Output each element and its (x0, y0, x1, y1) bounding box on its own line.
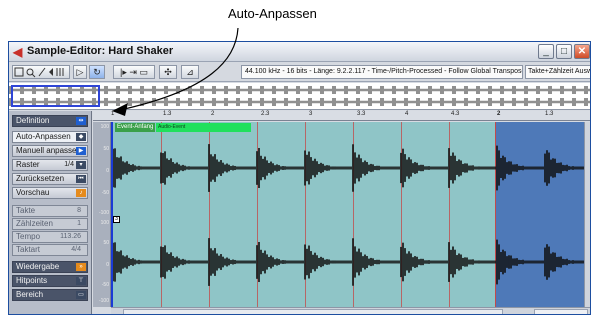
tempo-value: 113.26 (60, 233, 81, 240)
scale-label: -100 (98, 210, 109, 216)
scale-label: 0 (106, 168, 109, 174)
ruler-tick: 2 (211, 111, 215, 117)
ruler-tick: 4 (405, 111, 409, 117)
scale-label: 100 (100, 220, 109, 226)
screenshot-stage: Auto-Anpassen ◀ Sample-Editor: Hard Shak… (0, 0, 599, 315)
raster-dropdown-icon: ▾ (76, 161, 86, 169)
overview-line[interactable] (9, 83, 590, 110)
playback-section[interactable]: Wiedergabe » (12, 261, 88, 273)
manual-adjust-label: Manuell anpasse (16, 146, 77, 155)
scale-label: -50 (101, 282, 109, 288)
vertical-scrollbar[interactable] (584, 122, 590, 307)
loop-icon[interactable]: ↻ (89, 65, 105, 79)
close-button[interactable]: ✕ (574, 44, 590, 59)
info-line: 44.100 kHz - 16 bits - Länge: 9.2.2.117 … (241, 65, 523, 79)
reset-label: Zurücksetzen (16, 174, 65, 183)
reset-button[interactable]: Zurücksetzen ⏮ (12, 173, 88, 185)
speaker-icon: ♪ (76, 189, 86, 197)
maximize-button[interactable]: □ (556, 44, 572, 59)
minimize-button[interactable]: _ (538, 44, 554, 59)
scale-label: 0 (106, 262, 109, 268)
manual-adjust-icon: ▶ (76, 147, 86, 155)
title-bar[interactable]: ◀ Sample-Editor: Hard Shaker _ □ ✕ (9, 42, 590, 62)
scale-label: 50 (103, 240, 109, 246)
beats-field[interactable]: Zählzeiten 1 (12, 218, 88, 230)
range-section[interactable]: Bereich ▭ (12, 289, 88, 301)
scale-label: -50 (101, 190, 109, 196)
time-ruler[interactable]: 1 1.3 2 2.3 3 3.3 4 4.3 2 1.3 (93, 111, 590, 121)
bars-label: Takte (16, 206, 36, 215)
window-title: Sample-Editor: Hard Shaker (27, 45, 174, 57)
scale-label: 100 (100, 124, 109, 130)
ruler-tick: 1 (111, 111, 115, 117)
preview-button[interactable]: Vorschau ♪ (12, 187, 88, 199)
inspector-panel: Definition ⇹ Auto-Anpassen ◆ Manuell anp… (9, 111, 92, 314)
ruler-tick: 4.3 (451, 111, 460, 117)
auto-adjust-button[interactable]: Auto-Anpassen ◆ (12, 131, 88, 143)
audio-icon[interactable]: ⊿ (181, 65, 199, 79)
ruler-tick: 2 (497, 111, 501, 117)
play-icon[interactable]: ▷ (73, 65, 87, 79)
auto-adjust-icon: ◆ (76, 133, 86, 141)
ruler-tick: 1.3 (545, 111, 554, 117)
auto-adjust-label: Auto-Anpassen (16, 132, 71, 141)
ruler-tick: 2.3 (261, 111, 270, 117)
signature-value: 4/4 (71, 246, 81, 253)
scale-label: 50 (103, 146, 109, 152)
edit-tools-icon (14, 67, 64, 78)
zoom-slider[interactable] (534, 309, 588, 314)
beats-value: 1 (77, 220, 81, 227)
bars-field[interactable]: Takte 8 (12, 205, 88, 217)
hitpoints-section[interactable]: Hitpoints ⊤ (12, 275, 88, 287)
raster-value: 1/4 (64, 161, 74, 168)
tempo-field[interactable]: Tempo 113.26 (12, 231, 88, 243)
scroll-thumb[interactable] (123, 309, 503, 314)
scale-label: -100 (98, 298, 109, 304)
range-icon: ▭ (76, 291, 86, 299)
playback-icon: » (76, 263, 86, 271)
range-label: Bereich (16, 290, 44, 299)
tool-group-edit[interactable] (12, 65, 70, 79)
window-controls: _ □ ✕ (538, 44, 590, 59)
bars-value: 8 (77, 207, 81, 214)
signature-label: Taktart (16, 245, 41, 254)
ruler-tick: 1.3 (163, 111, 172, 117)
snap-icon[interactable]: ✣ (159, 65, 177, 79)
playback-label: Wiedergabe (16, 262, 60, 271)
app-icon: ◀ (13, 45, 23, 59)
preview-label: Vorschau (16, 188, 50, 197)
ruler-tick: 3 (309, 111, 313, 117)
beats-label: Zählzeiten (16, 219, 53, 228)
time-format-select[interactable]: Takte+Zählzeit Ausw (525, 65, 590, 79)
overview-view-frame[interactable] (11, 85, 100, 107)
hitpoints-label: Hitpoints (16, 276, 48, 285)
manual-adjust-button[interactable]: Manuell anpasse ▶ (12, 145, 88, 157)
raster-field[interactable]: Raster 1/4 ▾ (12, 159, 88, 171)
raster-label: Raster (16, 160, 40, 169)
hitpoints-icon: ⊤ (76, 277, 86, 285)
definition-row[interactable]: Definition ⇹ (12, 115, 88, 127)
horizontal-scrollbar[interactable] (111, 307, 590, 314)
toolbar: ▷ ↻ |▸ ⇥ ▭ ✣ ⊿ 44.100 kHz - 16 bits - Lä… (9, 62, 590, 82)
sample-editor-window: ◀ Sample-Editor: Hard Shaker _ □ ✕ ▷ ↻ |… (8, 41, 591, 315)
callout-text: Auto-Anpassen (228, 6, 317, 21)
amplitude-scale: 100 50 0 -50 -100 100 50 0 -50 -100 (93, 122, 111, 307)
ruler-tick: 3.3 (357, 111, 366, 117)
hitpoint-tools[interactable]: |▸ ⇥ ▭ (113, 65, 155, 79)
definition-icon: ⇹ (76, 117, 86, 125)
tempo-label: Tempo (16, 232, 41, 241)
waveform-graphic (113, 144, 584, 286)
reset-icon: ⏮ (76, 175, 86, 183)
signature-field[interactable]: Taktart 4/4 (12, 244, 88, 256)
definition-label: Definition (16, 116, 50, 125)
